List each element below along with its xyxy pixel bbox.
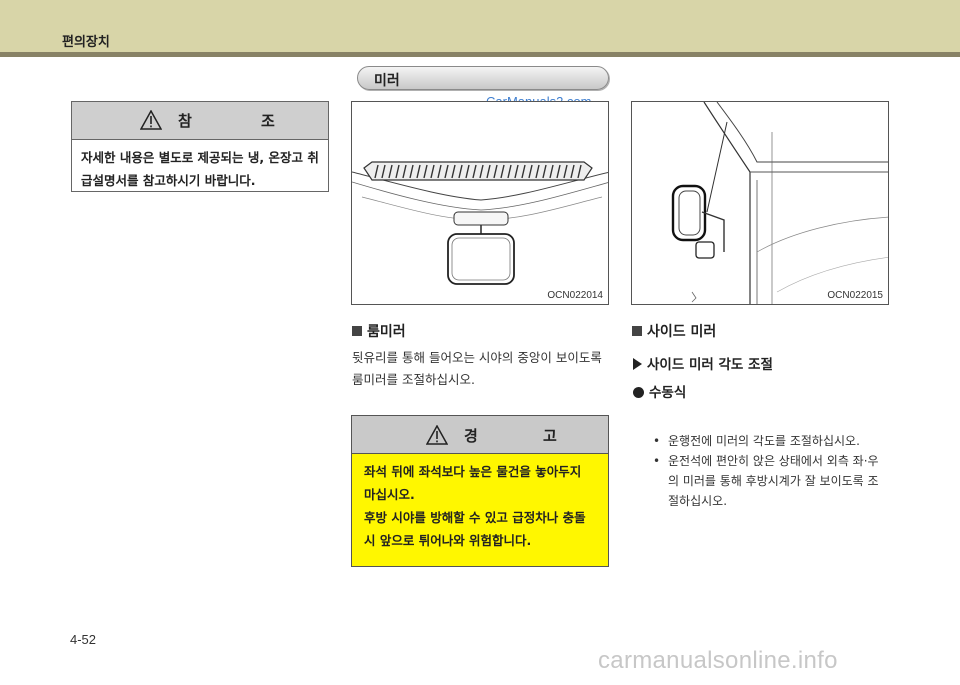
side-mirror-subheading: 사이드 미러 각도 조절 [633, 353, 773, 373]
circle-bullet-icon [633, 387, 644, 398]
watermark-bottom: carmanualsonline.info [598, 647, 838, 674]
section-title-pill: 미러 [357, 66, 609, 90]
warning-title: 경 고 [464, 427, 587, 445]
side-mirror-illustration [671, 102, 888, 304]
square-bullet-icon [352, 326, 362, 336]
side-mirror-figure: OCN022015 [631, 101, 889, 305]
room-mirror-text: 뒷유리를 통해 들어오는 시야의 중앙이 보이도록 룸미러를 조절하십시오. [352, 350, 602, 387]
chapter-title: 편의장치 [62, 35, 110, 50]
warning-box: 경 고 좌석 뒤에 좌석보다 높은 물건을 놓아두지 마십시오. 후방 시야를 … [351, 415, 609, 567]
side-mirror-heading: 사이드 미러 [632, 321, 716, 341]
room-mirror-heading: 룸미러 [352, 321, 406, 341]
header-bar [0, 0, 960, 52]
room-mirror-illustration [352, 161, 608, 285]
list-item: 운행전에 미러의 각도를 조절하십시오. [653, 431, 898, 451]
warning-text: 좌석 뒤에 좌석보다 높은 물건을 놓아두지 마십시오. 후방 시야를 방해할 … [364, 464, 586, 548]
note-text: 자세한 내용은 별도로 제공되는 냉, 온장고 취급설명서를 참고하시기 바랍니… [81, 150, 319, 188]
triangle-bullet-icon [633, 358, 642, 370]
figure-code: OCN022015 [827, 290, 883, 301]
room-mirror-figure: OCN022014 [351, 101, 609, 305]
figure-code: OCN022014 [547, 290, 603, 301]
note-header: 참 조 [72, 102, 328, 140]
list-item: 운전석에 편안히 앉은 상태에서 외측 좌·우 의 미러를 통해 후방시계가 잘… [653, 451, 898, 511]
header-divider [0, 52, 960, 57]
note-title: 참 조 [178, 112, 307, 130]
section-title: 미러 [374, 73, 400, 89]
square-bullet-icon [632, 326, 642, 336]
note-box: 참 조 자세한 내용은 별도로 제공되는 냉, 온장고 취급설명서를 참고하시기… [71, 101, 329, 192]
manual-type-heading: 수동식 [633, 381, 686, 401]
warning-triangle-icon [426, 425, 448, 445]
side-mirror-instructions: 운행전에 미러의 각도를 조절하십시오. 운전석에 편안히 앉은 상태에서 외측… [653, 431, 898, 511]
page-number: 4-52 [70, 632, 97, 647]
warning-header: 경 고 [352, 416, 608, 454]
warning-triangle-icon [140, 110, 162, 130]
